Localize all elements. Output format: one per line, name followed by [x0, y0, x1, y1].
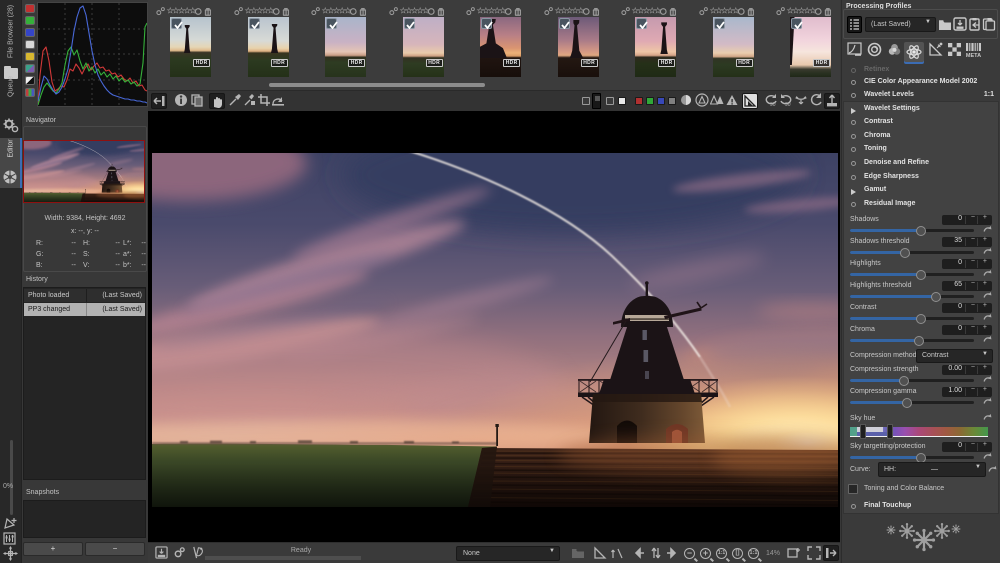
svg-text:90: 90 [770, 102, 776, 107]
svg-text:META: META [966, 53, 981, 58]
svg-text:90: 90 [785, 102, 791, 107]
